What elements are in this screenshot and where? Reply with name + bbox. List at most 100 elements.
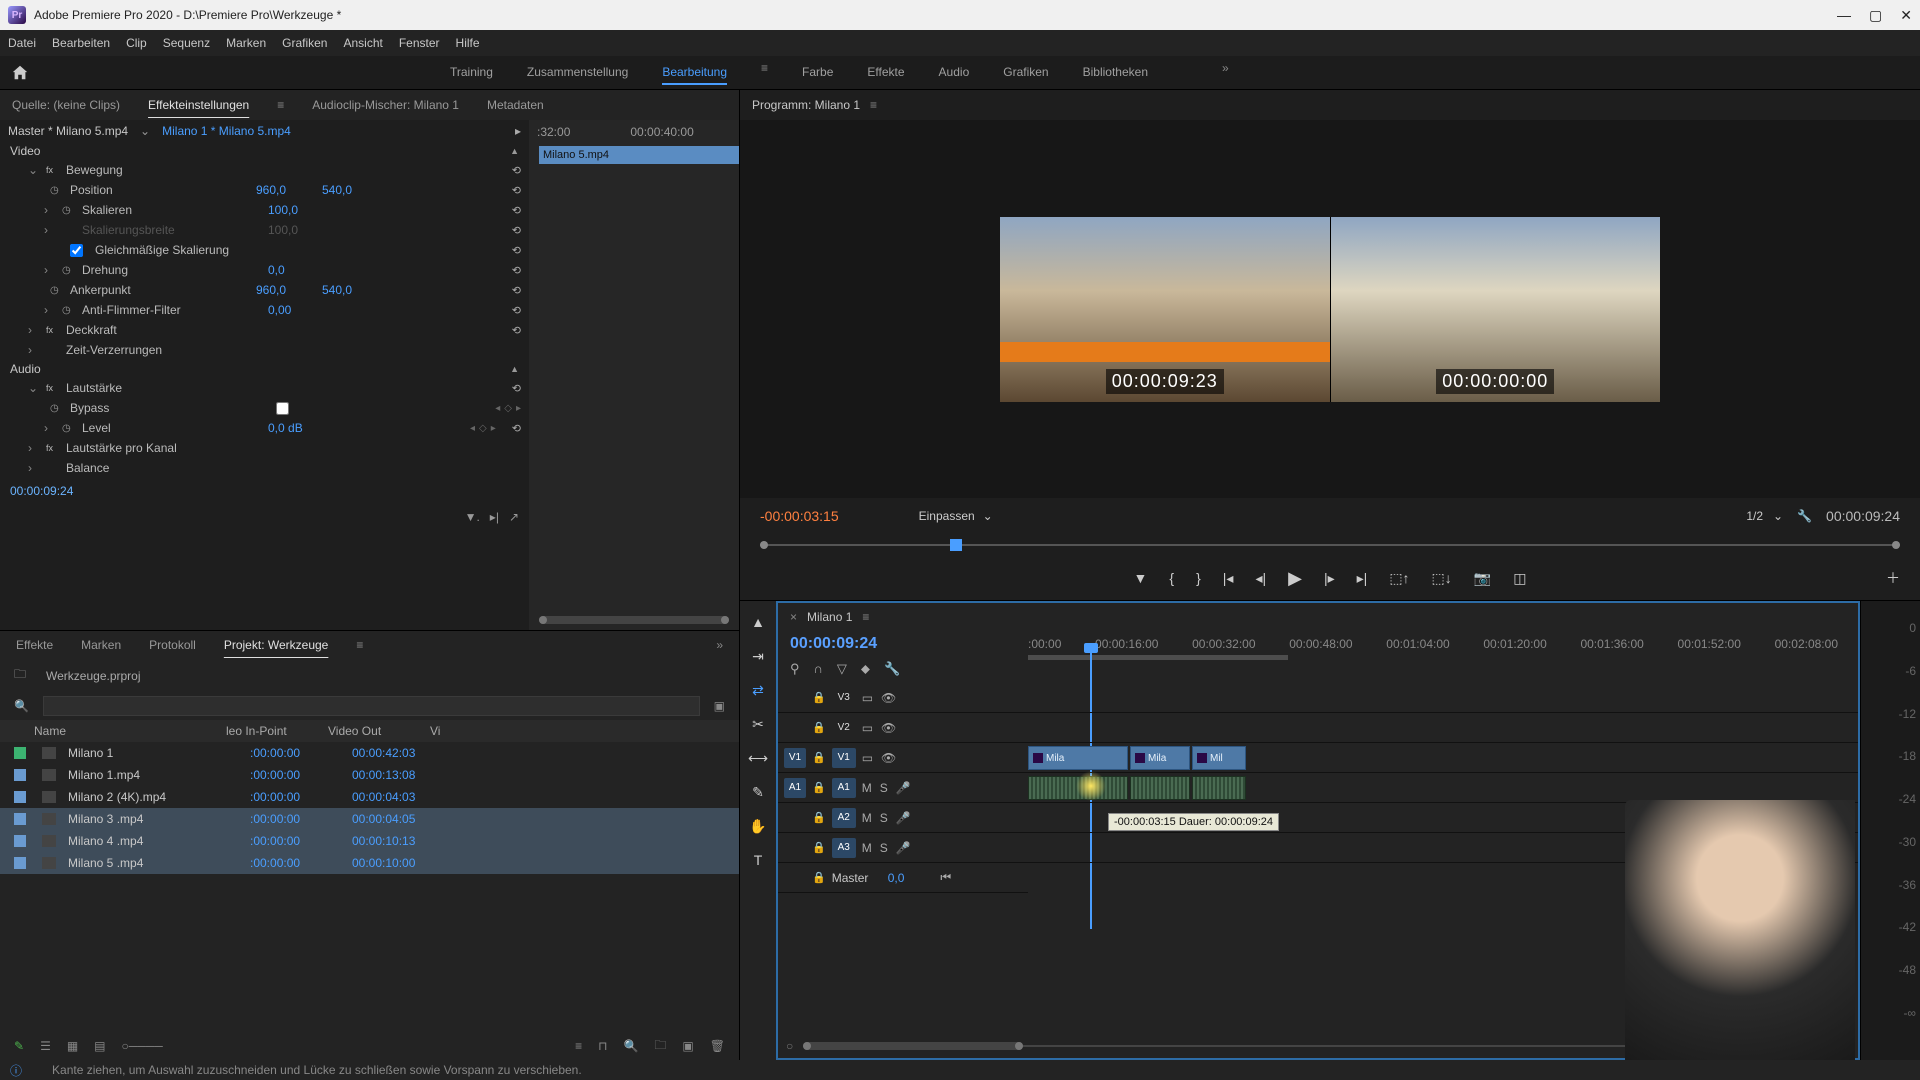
anchor-x[interactable]: 960,0: [256, 283, 316, 297]
program-scrubber[interactable]: [760, 534, 1900, 556]
type-tool[interactable]: T: [747, 849, 769, 871]
voiceover-icon[interactable]: 🎤: [896, 781, 911, 795]
mute-toggle[interactable]: M: [862, 841, 872, 855]
ws-training[interactable]: Training: [450, 61, 493, 85]
uniform-scale-checkbox[interactable]: [70, 244, 83, 257]
label-chip[interactable]: [14, 747, 26, 759]
audio-clip[interactable]: [1130, 776, 1190, 800]
reset-button[interactable]: ⟲: [512, 422, 521, 435]
search-input[interactable]: [43, 696, 700, 716]
filter-bin-icon[interactable]: ▣: [714, 699, 725, 713]
prev-kf[interactable]: ◂: [495, 403, 500, 414]
icon-view-icon[interactable]: ▦: [67, 1039, 78, 1053]
expand-toggle[interactable]: ›: [44, 223, 56, 237]
tab-quelle[interactable]: Quelle: (keine Clips): [12, 98, 120, 112]
reset-button[interactable]: ⟲: [512, 164, 521, 177]
stopwatch-icon[interactable]: ◷: [62, 205, 76, 216]
reset-button[interactable]: ⟲: [512, 264, 521, 277]
wrench-icon[interactable]: 🔧: [884, 661, 900, 677]
rot-val[interactable]: 0,0: [268, 263, 328, 277]
slip-tool[interactable]: ⟷: [747, 747, 769, 769]
step-back-button[interactable]: ◂|: [1255, 570, 1266, 587]
label-chip[interactable]: [14, 857, 26, 869]
reset-button[interactable]: ⟲: [512, 324, 521, 337]
project-row[interactable]: Milano 1 :00:00:00 00:00:42:03: [0, 742, 739, 764]
zoom-out-icon[interactable]: ○: [786, 1039, 793, 1053]
snap-icon[interactable]: ⚲: [790, 661, 800, 677]
compare-button[interactable]: ◫: [1513, 570, 1526, 587]
expand-toggle[interactable]: ›: [44, 303, 56, 317]
menu-grafiken[interactable]: Grafiken: [282, 36, 327, 50]
audio-clip[interactable]: [1192, 776, 1246, 800]
add-kf[interactable]: ◇: [479, 423, 487, 434]
new-bin-icon[interactable]: 🗀: [654, 1036, 666, 1057]
minimize-button[interactable]: —: [1837, 7, 1851, 24]
fx-badge[interactable]: fx: [46, 383, 60, 393]
label-chip[interactable]: [14, 791, 26, 803]
program-viewport[interactable]: 00:00:09:23 00:00:00:00: [1000, 217, 1660, 402]
tab-marken[interactable]: Marken: [81, 638, 121, 652]
fx-badge[interactable]: fx: [46, 165, 60, 175]
add-kf[interactable]: ◇: [504, 403, 512, 414]
ws-bibliotheken[interactable]: Bibliotheken: [1083, 61, 1148, 85]
label-chip[interactable]: [14, 835, 26, 847]
reset-button[interactable]: ⟲: [512, 284, 521, 297]
settings-icon[interactable]: ⬥: [861, 661, 870, 677]
step-fwd-button[interactable]: |▸: [1324, 570, 1335, 587]
mark-in-button[interactable]: {: [1169, 570, 1174, 586]
anchor-y[interactable]: 540,0: [322, 283, 382, 297]
video-clip[interactable]: Mila: [1130, 746, 1190, 770]
toggle-output[interactable]: ▭: [862, 721, 873, 735]
track-target[interactable]: A1: [832, 778, 856, 798]
timeline-menu[interactable]: ≡: [862, 610, 869, 624]
resolution-dropdown[interactable]: 1/2⌄: [1746, 509, 1783, 523]
pos-x[interactable]: 960,0: [256, 183, 316, 197]
voiceover-icon[interactable]: 🎤: [896, 841, 911, 855]
program-menu[interactable]: ≡: [870, 98, 877, 112]
track-target[interactable]: V3: [832, 688, 856, 708]
scale-val[interactable]: 100,0: [268, 203, 328, 217]
expand-toggle[interactable]: ⌄: [28, 381, 40, 395]
lock-icon[interactable]: 🔒: [812, 751, 826, 764]
stopwatch-icon[interactable]: ◷: [50, 285, 64, 296]
menu-sequenz[interactable]: Sequenz: [163, 36, 210, 50]
toggle-sync[interactable]: 👁: [881, 751, 896, 765]
stopwatch-icon[interactable]: ◷: [62, 265, 76, 276]
ws-effekte[interactable]: Effekte: [867, 61, 904, 85]
new-item-icon[interactable]: ✎: [14, 1039, 24, 1053]
video-track-header[interactable]: 🔒 V2 ▭👁: [778, 713, 1028, 743]
razor-tool[interactable]: ✂: [747, 713, 769, 735]
pos-y[interactable]: 540,0: [322, 183, 382, 197]
stopwatch-icon[interactable]: ◷: [50, 185, 64, 196]
track-target[interactable]: V2: [832, 718, 856, 738]
col-name[interactable]: Name: [14, 724, 214, 738]
stopwatch-icon[interactable]: ◷: [50, 403, 64, 414]
tab-effekte[interactable]: Effekte: [16, 638, 53, 652]
toggle-sync[interactable]: 👁: [881, 691, 896, 705]
play-icon[interactable]: ▸: [515, 124, 521, 138]
extract-button[interactable]: ⬚↓: [1432, 570, 1452, 587]
video-clip[interactable]: Mila: [1028, 746, 1128, 770]
col-out[interactable]: Video Out: [328, 724, 418, 738]
ec-sequence-link[interactable]: Milano 1 * Milano 5.mp4: [162, 124, 291, 138]
project-row[interactable]: Milano 5 .mp4 :00:00:00 00:00:10:00: [0, 852, 739, 874]
close-seq-icon[interactable]: ×: [790, 610, 797, 624]
ec-clip-bar[interactable]: Milano 5.mp4: [539, 146, 739, 164]
track-select-tool[interactable]: ⇥: [747, 645, 769, 667]
master-track-header[interactable]: 🔒 Master 0,0 ⏮: [778, 863, 1028, 893]
mark-out-button[interactable]: }: [1196, 570, 1201, 586]
label-chip[interactable]: [14, 769, 26, 781]
new-item-button[interactable]: ▣: [682, 1039, 693, 1053]
collapse-icon[interactable]: ▲: [510, 146, 519, 156]
timeline-ruler[interactable]: :00:0000:00:16:0000:00:32:0000:00:48:000…: [1028, 631, 1858, 683]
ws-farbe[interactable]: Farbe: [802, 61, 833, 85]
ec-timecode[interactable]: 00:00:09:24: [0, 478, 529, 504]
export-icon[interactable]: ↗: [509, 510, 519, 524]
ws-zusammenstellung[interactable]: Zusammenstellung: [527, 61, 628, 85]
export-frame-button[interactable]: 📷: [1474, 570, 1491, 587]
find-icon[interactable]: 🔍: [623, 1039, 638, 1053]
voiceover-icon[interactable]: 🎤: [896, 811, 911, 825]
add-marker-button[interactable]: ▼: [1134, 570, 1148, 586]
bypass-checkbox[interactable]: [276, 402, 289, 415]
menu-ansicht[interactable]: Ansicht: [343, 36, 382, 50]
